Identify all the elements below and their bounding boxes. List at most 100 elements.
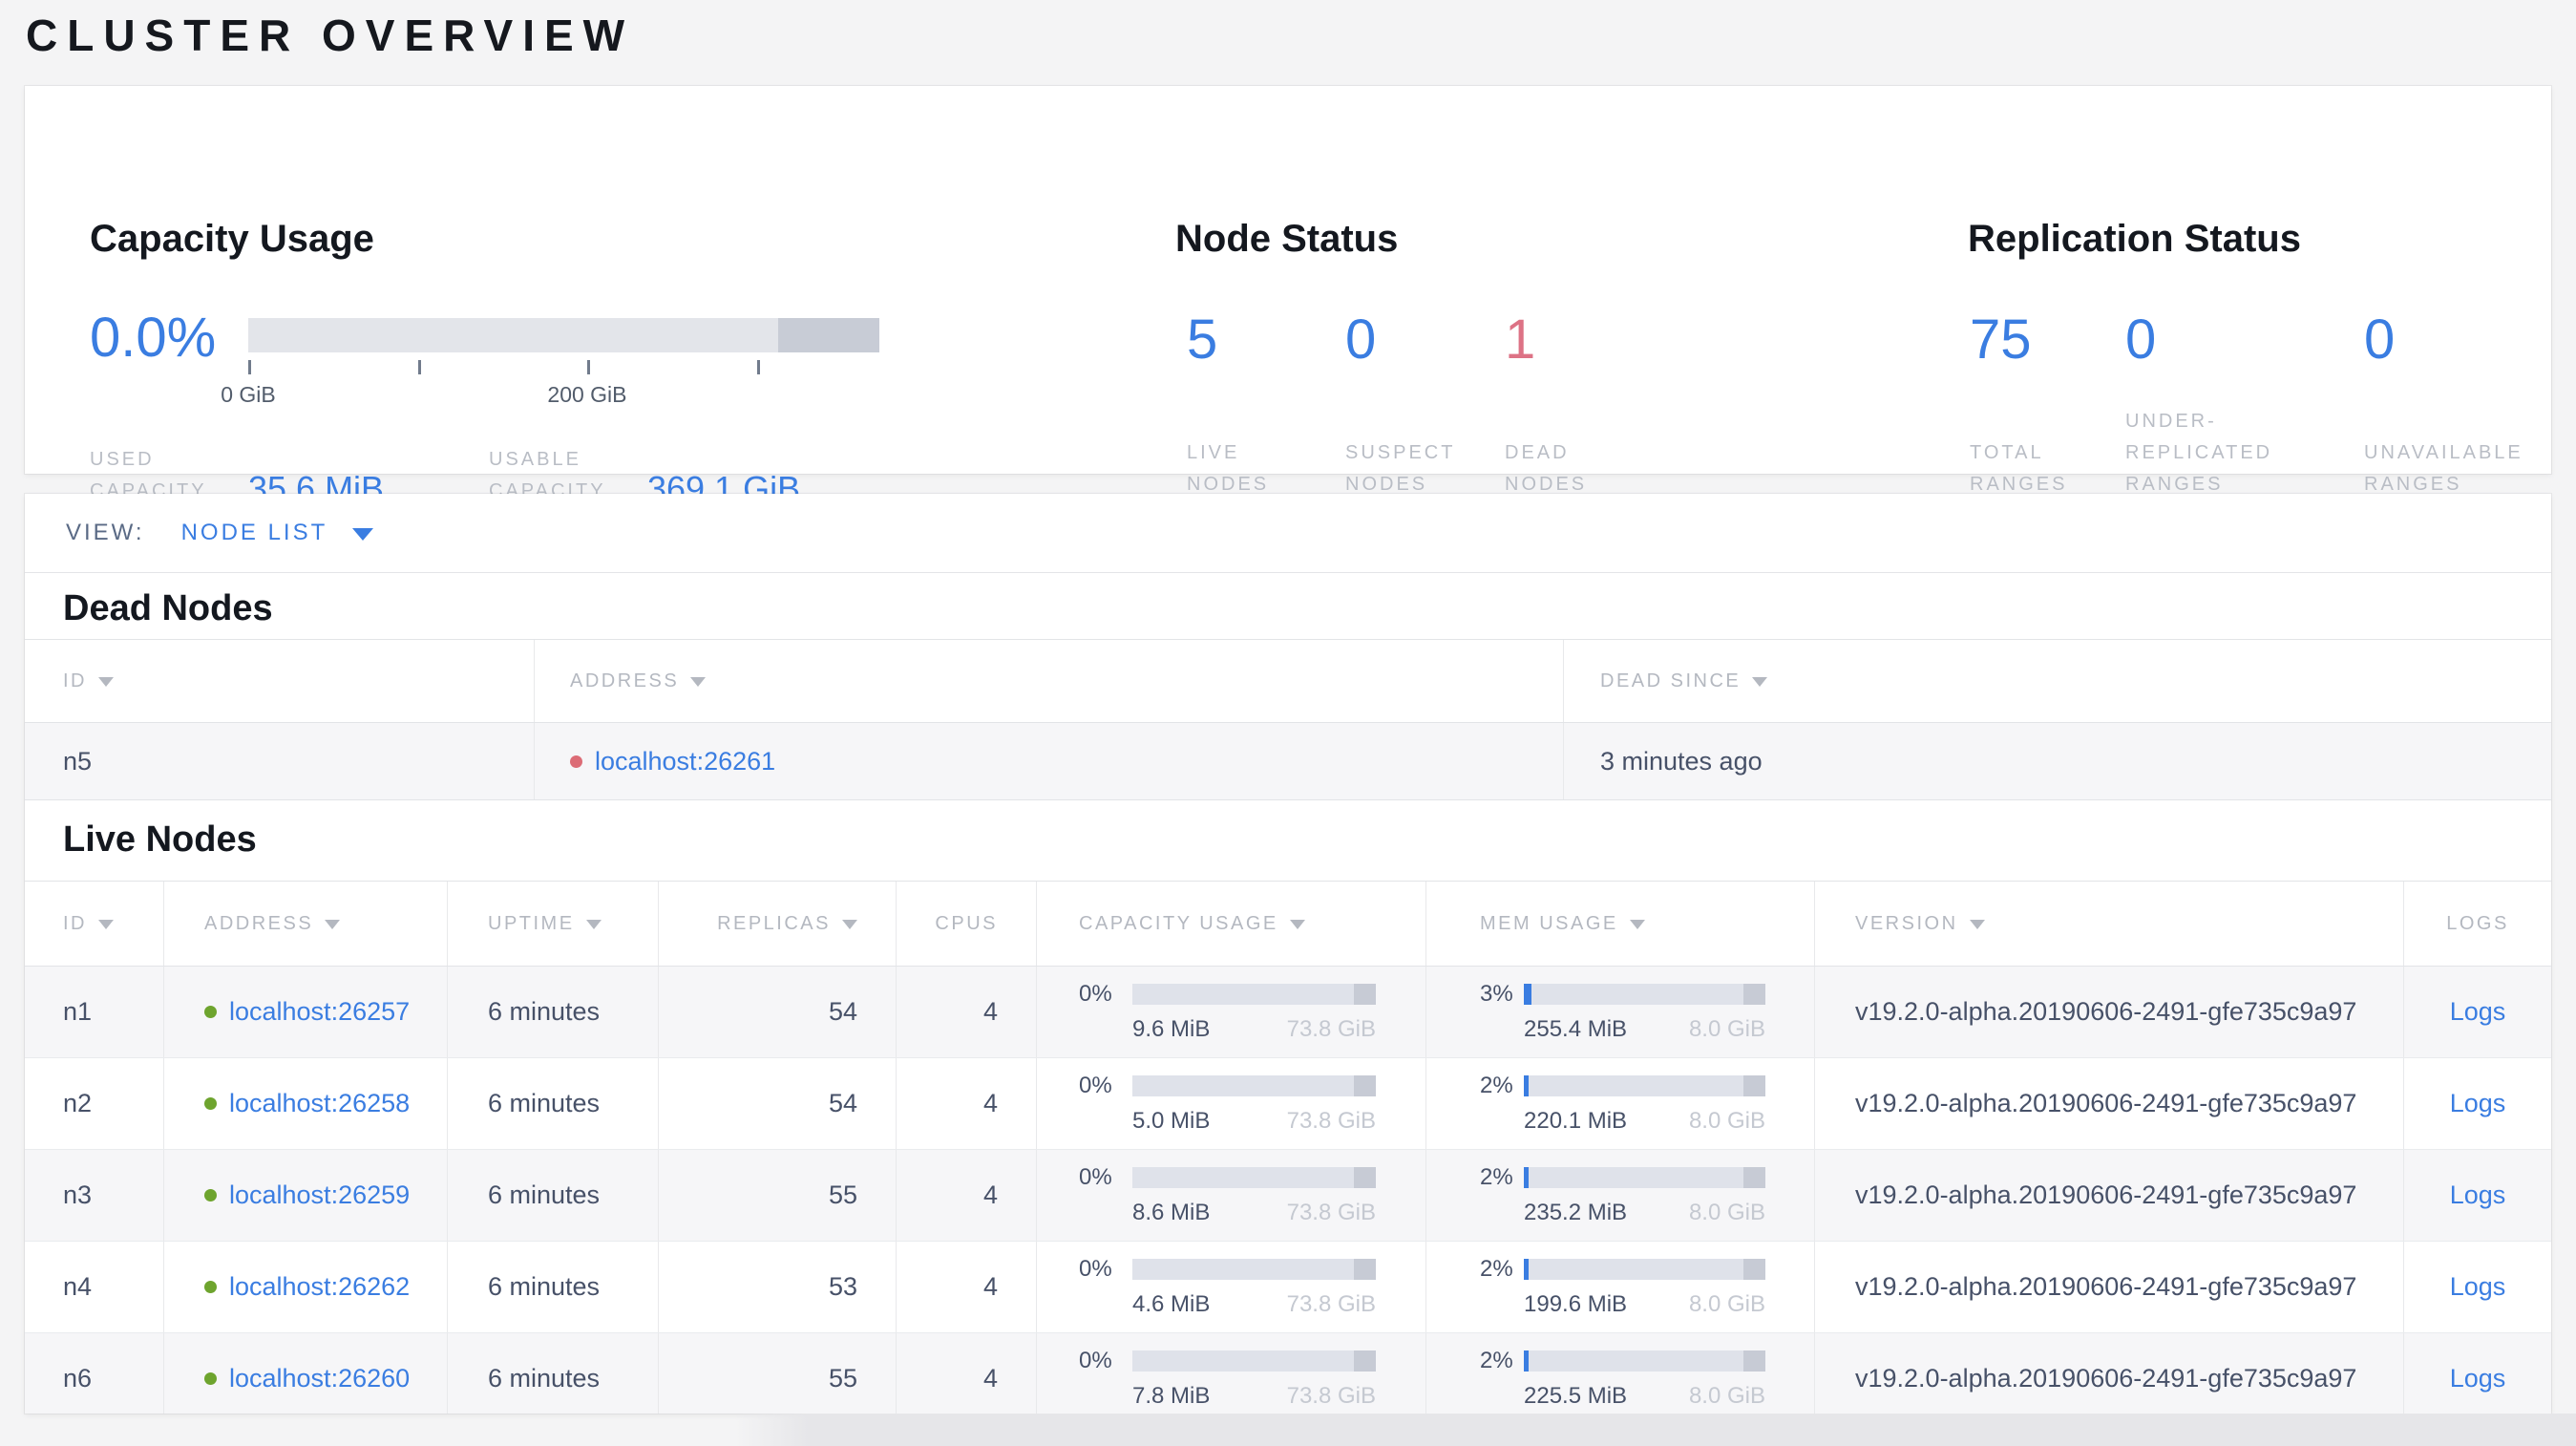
- column-header-label: ID: [63, 670, 87, 691]
- mem-bar: [1524, 1167, 1765, 1188]
- capacity-bar: [1132, 1167, 1376, 1188]
- view-dropdown[interactable]: NODE LIST: [181, 520, 374, 546]
- column-header-version[interactable]: VERSION: [1814, 882, 2403, 966]
- node-status-heading: Node Status: [1175, 218, 1399, 260]
- logs-link[interactable]: Logs: [2450, 1089, 2506, 1118]
- node-address-cell: localhost:26258: [163, 1058, 447, 1149]
- dead-nodes-table-header: ID ADDRESS DEAD SINCE: [25, 639, 2551, 723]
- capacity-percent: 0%: [1079, 1164, 1112, 1190]
- mem-bar-reserved: [1743, 1350, 1765, 1372]
- axis-tick: [417, 360, 421, 374]
- column-header-dead-since[interactable]: DEAD SINCE: [1563, 640, 2551, 722]
- version-cell: v19.2.0-alpha.20190606-2491-gfe735c9a97: [1814, 1333, 2403, 1414]
- sort-caret-icon: [1969, 920, 1985, 929]
- capacity-bar-reserved: [1354, 984, 1376, 1005]
- column-header-logs: LOGS: [2403, 882, 2551, 966]
- node-address-link[interactable]: localhost:26259: [229, 1180, 410, 1210]
- mem-percent: 2%: [1480, 1256, 1513, 1282]
- unavailable-ranges-stat: 0 UNAVAILABLE RANGES: [2364, 312, 2521, 500]
- live-status-dot-icon: [204, 1189, 217, 1201]
- node-address-link[interactable]: localhost:26257: [229, 997, 410, 1027]
- capacity-usage-bar: [248, 318, 879, 352]
- live-nodes-table-header: ID ADDRESS UPTIME REPLICAS CPUS CAPACITY…: [25, 881, 2551, 967]
- logs-link[interactable]: Logs: [2450, 1180, 2506, 1210]
- mem-bar-fill: [1524, 1350, 1530, 1372]
- axis-tick: [586, 360, 590, 374]
- capacity-bar: [1132, 1075, 1376, 1096]
- capacity-bar: [1132, 984, 1376, 1005]
- column-header-address[interactable]: ADDRESS: [534, 640, 1563, 722]
- node-address-link[interactable]: localhost:26258: [229, 1089, 410, 1118]
- sort-caret-icon: [1629, 920, 1645, 929]
- capacity-bar-reserved: [1354, 1167, 1376, 1188]
- cpus-cell: 4: [896, 1333, 1036, 1414]
- node-id-cell: n5: [63, 746, 93, 776]
- mem-bar-reserved: [1743, 1167, 1765, 1188]
- replicas-cell: 55: [658, 1150, 896, 1241]
- mem-used: 199.6 MiB: [1524, 1291, 1628, 1317]
- live-node-row: n4 localhost:26262 6 minutes 53 4 0% 4.6…: [25, 1242, 2551, 1333]
- mem-bar: [1524, 984, 1765, 1005]
- capacity-used: 7.8 MiB: [1132, 1383, 1211, 1409]
- capacity-usage-section: Capacity Usage 0.0% 0 GiB 200 GiB USED C…: [90, 216, 949, 507]
- column-header-label: DEAD SINCE: [1600, 670, 1742, 691]
- uptime-cell: 6 minutes: [447, 1242, 658, 1332]
- under-replicated-count: 0: [2125, 308, 2157, 371]
- logs-cell: Logs: [2403, 1333, 2551, 1414]
- node-address-cell: localhost:26262: [163, 1242, 447, 1332]
- column-header-id[interactable]: ID: [25, 640, 534, 722]
- mem-bar-reserved: [1743, 1259, 1765, 1280]
- capacity-percent: 0%: [1079, 981, 1112, 1007]
- mem-usage-cell: 2% 235.2 MiB 8.0 GiB: [1425, 1150, 1814, 1241]
- mem-used: 255.4 MiB: [1524, 1016, 1628, 1042]
- capacity-used: 9.6 MiB: [1132, 1016, 1211, 1042]
- uptime-cell: 6 minutes: [447, 967, 658, 1057]
- capacity-bar-reserved: [1354, 1350, 1376, 1372]
- node-status-section: Node Status 5 LIVE NODES 0 SUSPECT NODES…: [1175, 216, 1920, 495]
- node-address-link[interactable]: localhost:26262: [229, 1272, 410, 1302]
- dead-nodes-stat: 1 DEAD NODES: [1505, 312, 1584, 500]
- sort-caret-icon: [325, 920, 341, 929]
- column-header-replicas[interactable]: REPLICAS: [658, 882, 896, 966]
- node-address-link[interactable]: localhost:26261: [595, 747, 775, 776]
- logs-link[interactable]: Logs: [2450, 1272, 2506, 1302]
- mem-bar: [1524, 1075, 1765, 1096]
- column-header-uptime[interactable]: UPTIME: [447, 882, 658, 966]
- mem-total: 8.0 GiB: [1688, 1200, 1765, 1225]
- mem-total: 8.0 GiB: [1688, 1291, 1765, 1317]
- live-node-row: n6 localhost:26260 6 minutes 55 4 0% 7.8…: [25, 1333, 2551, 1414]
- total-ranges-stat: 75 TOTAL RANGES: [1970, 312, 2064, 500]
- under-replicated-stat: 0 UNDER- REPLICATED RANGES: [2125, 308, 2270, 500]
- column-header-mem-usage[interactable]: MEM USAGE: [1425, 882, 1814, 966]
- column-header-label: CPUS: [935, 912, 998, 934]
- column-header-label: ADDRESS: [204, 912, 314, 934]
- capacity-usage-cell: 0% 9.6 MiB 73.8 GiB: [1036, 967, 1425, 1057]
- suspect-nodes-count: 0: [1345, 308, 1377, 371]
- column-header-address[interactable]: ADDRESS: [163, 882, 447, 966]
- column-header-label: VERSION: [1855, 912, 1958, 934]
- node-id-cell: n6: [63, 1364, 93, 1393]
- node-id-cell: n1: [63, 997, 93, 1026]
- replication-status-section: Replication Status 75 TOTAL RANGES 0 UND…: [1968, 216, 2576, 495]
- capacity-total: 73.8 GiB: [1286, 1016, 1376, 1042]
- version-cell: v19.2.0-alpha.20190606-2491-gfe735c9a97: [1814, 967, 2403, 1057]
- version-cell: v19.2.0-alpha.20190606-2491-gfe735c9a97: [1814, 1058, 2403, 1149]
- capacity-usage-cell: 0% 7.8 MiB 73.8 GiB: [1036, 1333, 1425, 1414]
- mem-bar-fill: [1524, 984, 1531, 1005]
- column-header-id[interactable]: ID: [25, 882, 163, 966]
- view-dropdown-value[interactable]: NODE LIST: [181, 520, 328, 546]
- mem-bar: [1524, 1350, 1765, 1372]
- capacity-usage-heading: Capacity Usage: [90, 218, 374, 260]
- logs-link[interactable]: Logs: [2450, 1364, 2506, 1393]
- live-node-row: n2 localhost:26258 6 minutes 54 4 0% 5.0…: [25, 1058, 2551, 1150]
- capacity-reserved-segment: [778, 318, 879, 352]
- capacity-percent: 0%: [1079, 1256, 1112, 1282]
- uptime-cell: 6 minutes: [447, 1333, 658, 1414]
- cluster-summary-card: Capacity Usage 0.0% 0 GiB 200 GiB USED C…: [25, 86, 2551, 507]
- node-address-cell: localhost:26261: [534, 723, 1563, 799]
- logs-link[interactable]: Logs: [2450, 997, 2506, 1027]
- column-header-capacity-usage[interactable]: CAPACITY USAGE: [1036, 882, 1425, 966]
- capacity-used: 5.0 MiB: [1132, 1108, 1211, 1134]
- node-address-link[interactable]: localhost:26260: [229, 1364, 410, 1393]
- axis-tick: [248, 360, 251, 374]
